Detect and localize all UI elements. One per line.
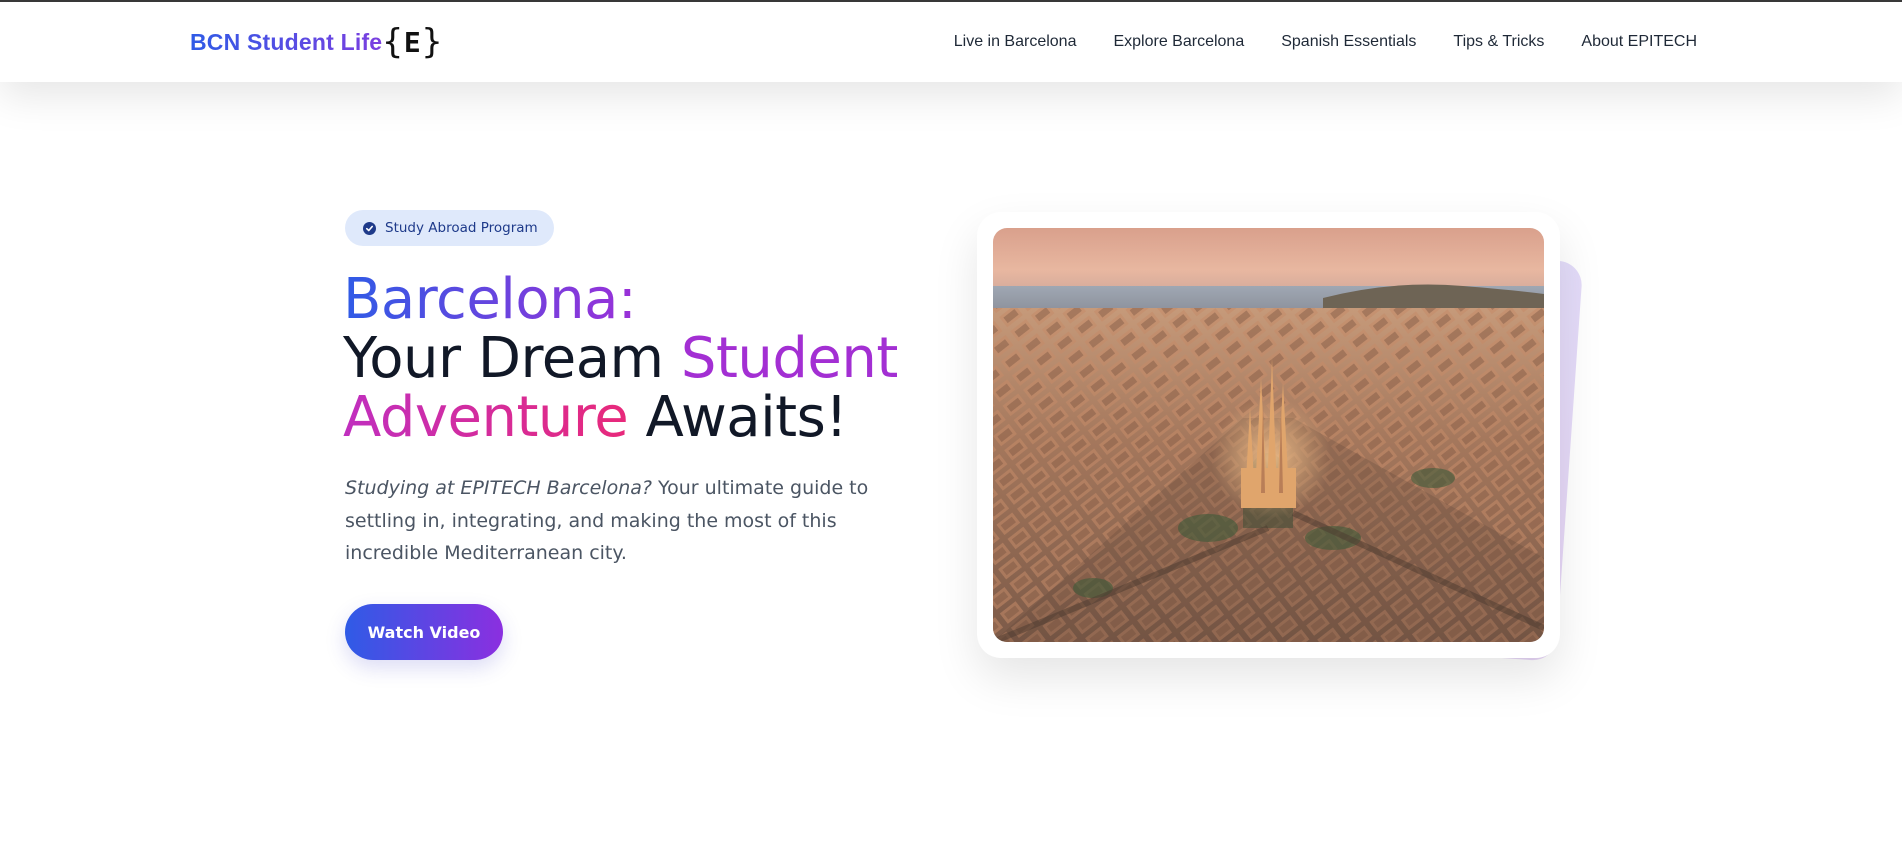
program-badge: Study Abroad Program bbox=[345, 210, 554, 246]
headline-adventure: Adventure bbox=[343, 385, 629, 450]
hero-headline: Barcelona: Your Dream Student Adventure … bbox=[343, 270, 933, 447]
nav-link-explore-barcelona[interactable]: Explore Barcelona bbox=[1113, 33, 1244, 51]
hero-intro: Studying at EPITECH Barcelona? Your ulti… bbox=[345, 472, 915, 570]
brand[interactable]: BCN Student Life {E} bbox=[190, 20, 443, 64]
check-circle-icon bbox=[363, 221, 376, 235]
headline-city: Barcelona: bbox=[343, 267, 637, 332]
site-header: BCN Student Life {E} Live in Barcelona E… bbox=[0, 2, 1902, 82]
nav-link-live-in-barcelona[interactable]: Live in Barcelona bbox=[954, 33, 1077, 51]
brand-name: BCN Student Life bbox=[190, 28, 383, 55]
nav-link-spanish-essentials[interactable]: Spanish Essentials bbox=[1281, 33, 1416, 51]
epitech-brace-logo-icon: {E} bbox=[382, 22, 443, 62]
headline-student: Student bbox=[680, 326, 898, 391]
intro-emphasis: Studying at EPITECH Barcelona? bbox=[345, 477, 652, 499]
hero-section: Study Abroad Program Barcelona: Your Dre… bbox=[0, 82, 1902, 856]
watch-video-button[interactable]: Watch Video bbox=[345, 604, 503, 660]
headline-your-dream: Your Dream bbox=[343, 326, 681, 391]
nav-link-about-epitech[interactable]: About EPITECH bbox=[1581, 33, 1697, 51]
nav-link-tips-tricks[interactable]: Tips & Tricks bbox=[1453, 33, 1544, 51]
main-nav: Live in Barcelona Explore Barcelona Span… bbox=[954, 2, 1697, 82]
headline-awaits: Awaits! bbox=[628, 385, 848, 450]
hero-image-area bbox=[950, 182, 1600, 682]
barcelona-aerial-photo bbox=[993, 228, 1544, 642]
photo-card bbox=[977, 212, 1560, 658]
badge-label: Study Abroad Program bbox=[385, 220, 538, 236]
